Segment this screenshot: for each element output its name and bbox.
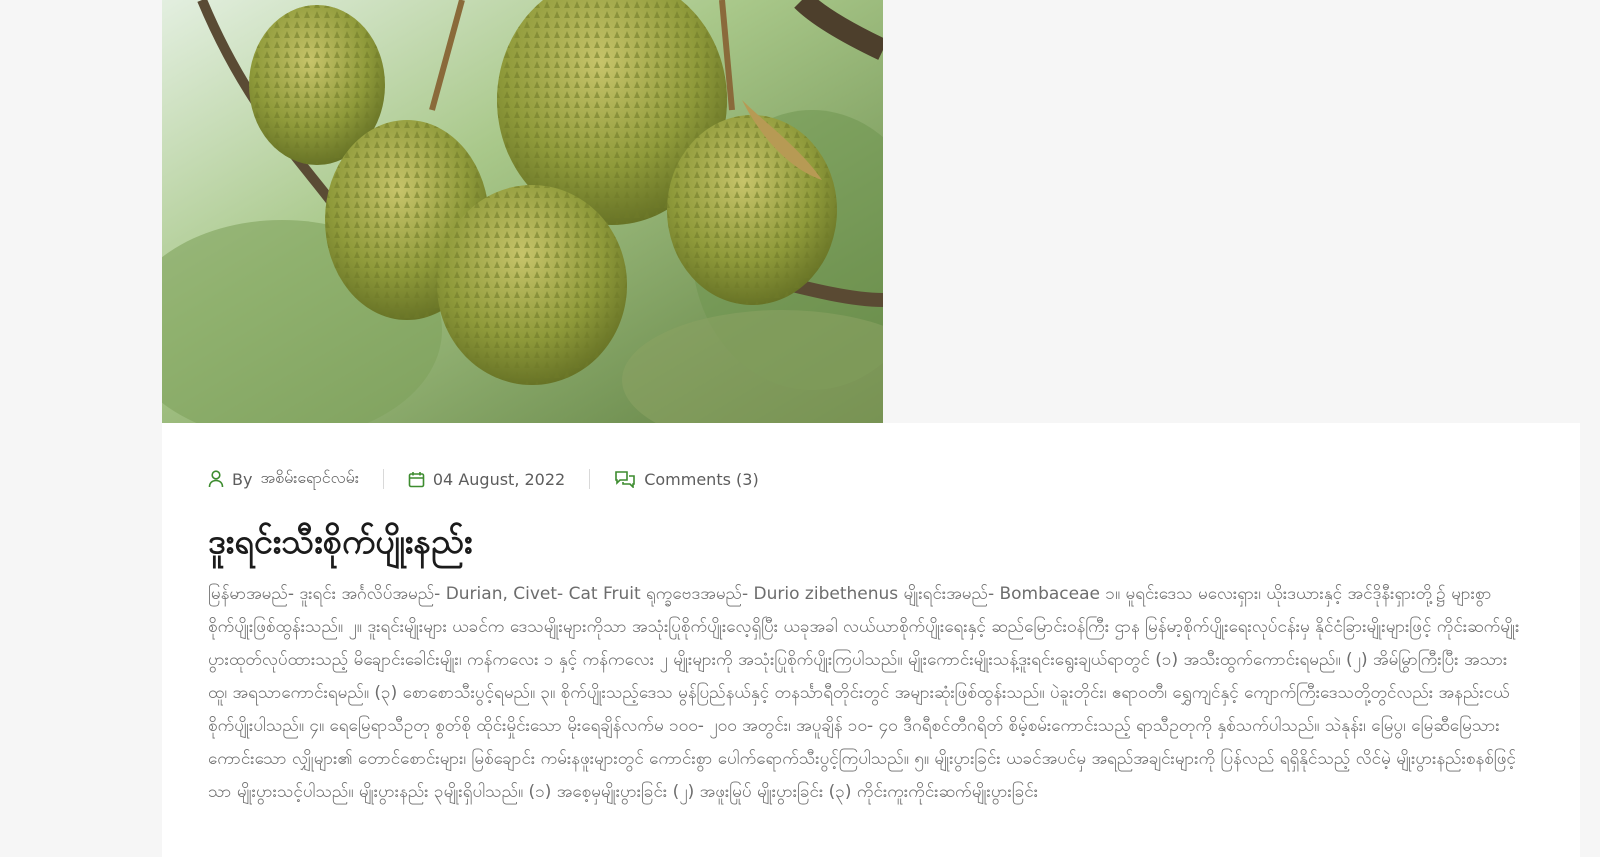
post-meta: By အစိမ်းရောင်လမ်း 04 August, 2022 Comme… — [208, 466, 759, 492]
post-date[interactable]: 04 August, 2022 — [408, 470, 565, 489]
author-name[interactable]: အစိမ်းရောင်လမ်း — [260, 467, 358, 491]
featured-image-area — [162, 0, 1580, 423]
post-title[interactable]: ဒူးရင်းသီးစိုက်ပျိုးနည်း — [208, 518, 473, 566]
comments-count: Comments (3) — [644, 469, 759, 489]
post-card: By အစိမ်းရောင်လမ်း 04 August, 2022 Comme… — [162, 0, 1580, 857]
featured-image-durian[interactable] — [162, 0, 883, 423]
comments-icon — [614, 470, 636, 488]
calendar-icon — [408, 471, 425, 488]
post-author[interactable]: By အစိမ်းရောင်လမ်း — [208, 467, 359, 491]
meta-divider — [382, 469, 384, 489]
post-excerpt: မြန်မာအမည်- ဒူးရင်း အင်္ဂလိပ်အမည်- Duria… — [208, 584, 1520, 802]
meta-divider — [589, 469, 591, 489]
post-comments[interactable]: Comments (3) — [614, 469, 759, 489]
author-prefix: By — [232, 469, 253, 489]
date-text: 04 August, 2022 — [432, 469, 566, 489]
user-icon — [208, 470, 224, 488]
